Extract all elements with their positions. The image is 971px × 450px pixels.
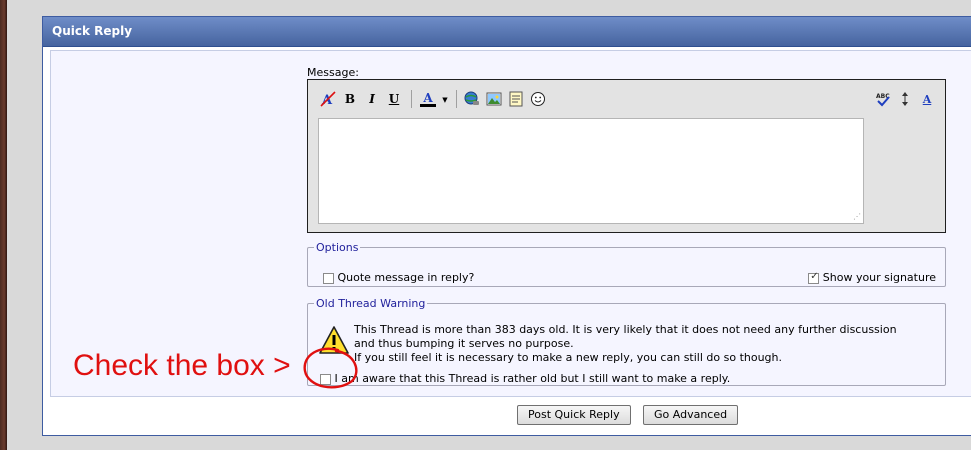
chevron-down-icon[interactable]: ▼ <box>441 89 449 109</box>
toolbar-divider <box>411 90 412 108</box>
warning-line-1: This Thread is more than 383 days old. I… <box>354 323 897 336</box>
spellcheck-icon[interactable]: ABC <box>873 89 893 109</box>
editor-toolbar-right: ABC A <box>873 89 939 109</box>
insert-image-icon[interactable] <box>484 89 504 109</box>
smiley-icon[interactable] <box>528 89 548 109</box>
warning-line-3: If you still feel it is necessary to mak… <box>354 351 783 364</box>
go-advanced-button[interactable]: Go Advanced <box>643 405 739 425</box>
warning-line-2: and thus bumping it serves no purpose. <box>354 337 574 350</box>
font-color-button[interactable]: A <box>417 89 439 109</box>
quote-option: Quote message in reply? <box>323 271 474 284</box>
signature-label: Show your signature <box>822 271 936 284</box>
quote-icon[interactable] <box>506 89 526 109</box>
reply-form: Message: A B I U A ▼ <box>50 50 971 397</box>
message-editor: A B I U A ▼ <box>307 79 946 233</box>
options-legend: Options <box>316 241 359 254</box>
switch-editor-mode-glyph: A <box>922 92 932 106</box>
annotation-text: Check the box > <box>73 349 291 382</box>
toolbar-divider <box>456 90 457 108</box>
old-thread-confirm-option: I am aware that this Thread is rather ol… <box>320 372 730 385</box>
post-quick-reply-button[interactable]: Post Quick Reply <box>517 405 631 425</box>
underline-button[interactable]: U <box>384 89 404 109</box>
bold-button[interactable]: B <box>340 89 360 109</box>
quote-label: Quote message in reply? <box>337 271 475 284</box>
font-color-icon: A <box>423 90 433 105</box>
switch-editor-mode-icon[interactable]: A <box>917 89 937 109</box>
insert-link-icon[interactable] <box>462 89 482 109</box>
font-color-swatch <box>420 103 436 107</box>
message-textarea[interactable]: ⋰ <box>318 118 864 224</box>
warning-legend: Old Thread Warning <box>316 297 426 310</box>
resize-grip-icon[interactable]: ⋰ <box>853 212 861 221</box>
page-edge <box>0 0 7 450</box>
warning-message: This Thread is more than 383 days old. I… <box>354 323 934 365</box>
old-thread-confirm-label: I am aware that this Thread is rather ol… <box>334 372 731 385</box>
signature-checkbox[interactable] <box>808 271 820 284</box>
annotation-circle <box>303 347 358 389</box>
signature-option: Show your signature <box>808 271 936 284</box>
old-thread-warning-fieldset: Old Thread Warning This Thread is more t… <box>307 297 946 386</box>
message-label: Message: <box>307 66 359 79</box>
editor-toolbar: A B I U A ▼ <box>318 89 550 109</box>
options-fieldset: Options Quote message in reply? Show you… <box>307 241 946 287</box>
resize-arrows-icon[interactable] <box>895 89 915 109</box>
quote-checkbox[interactable] <box>323 272 334 284</box>
remove-format-icon[interactable]: A <box>318 89 338 109</box>
italic-button[interactable]: I <box>362 89 382 109</box>
panel-title: Quick Reply <box>43 17 971 47</box>
